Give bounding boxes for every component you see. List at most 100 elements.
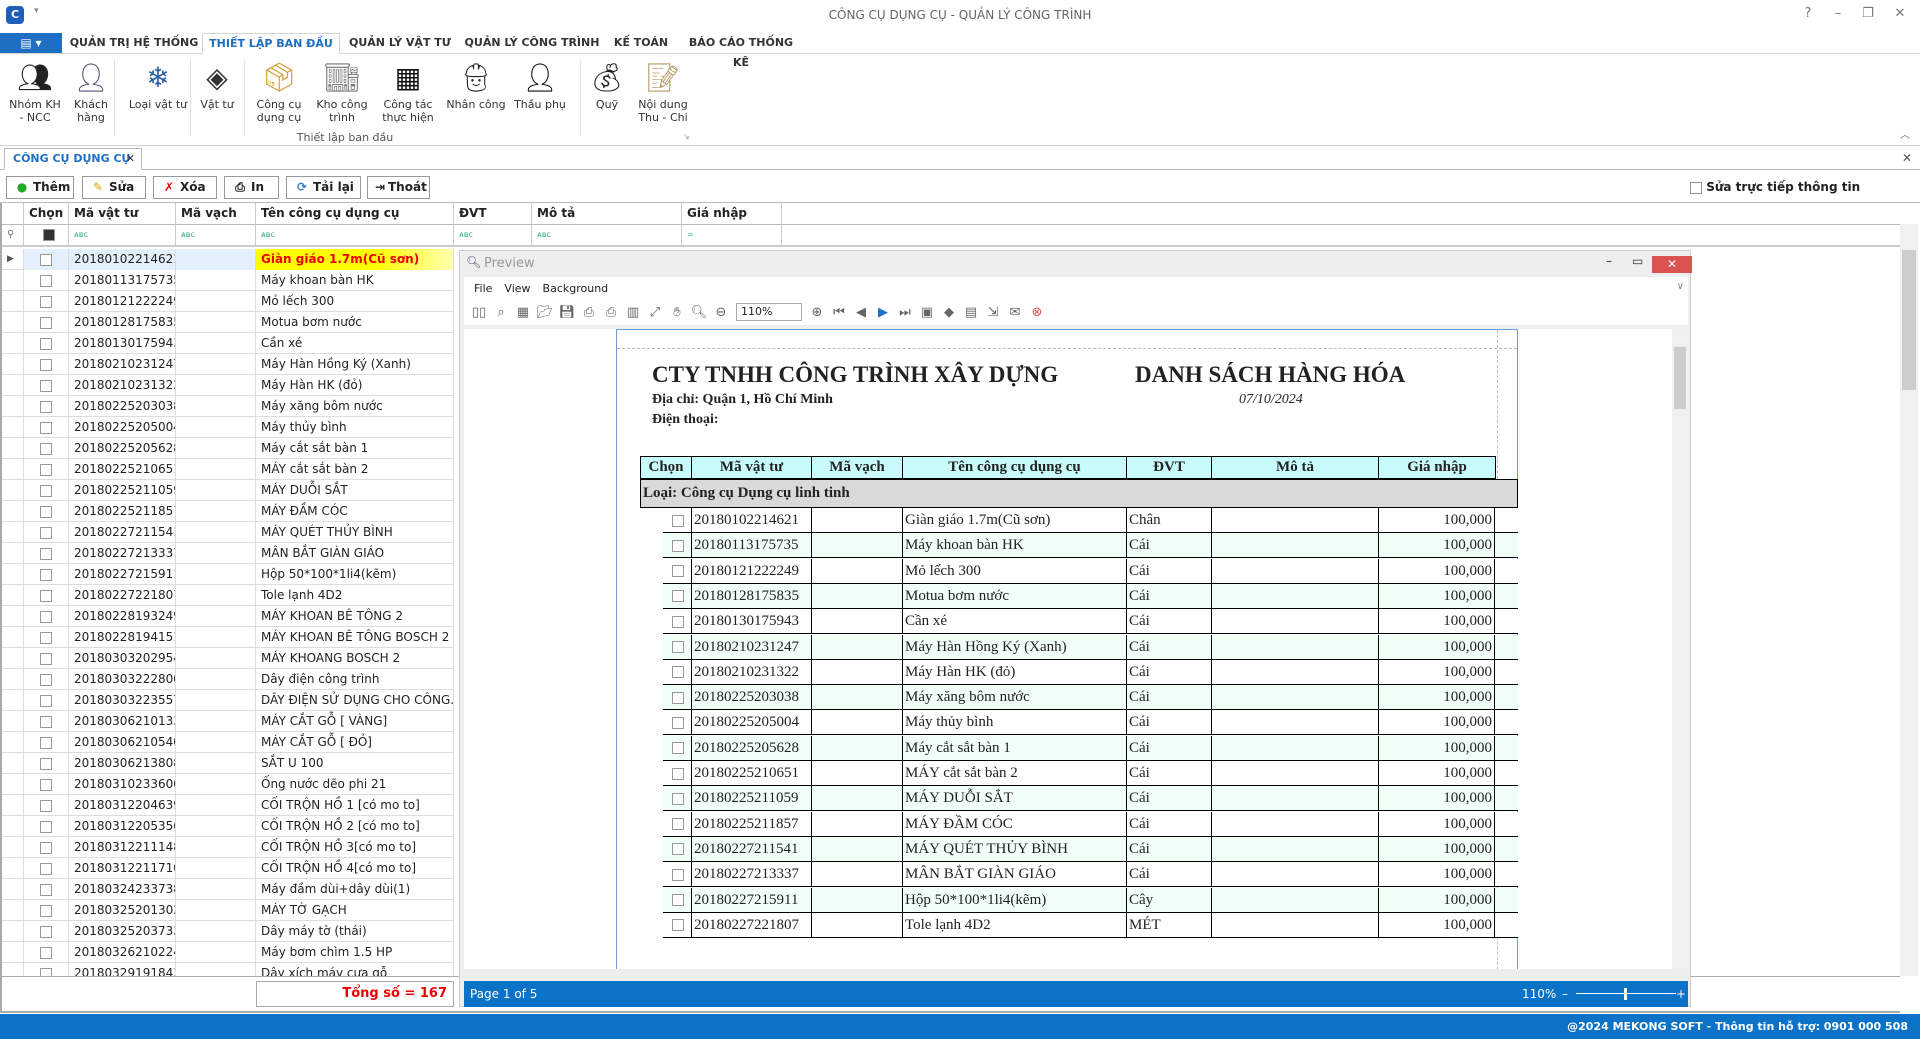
row-checkbox[interactable]	[40, 274, 52, 287]
row-checkbox[interactable]	[40, 421, 52, 434]
select-cell[interactable]	[24, 480, 69, 501]
ribbon-tab[interactable]: KẾ TOÁN	[606, 33, 676, 54]
row-checkbox[interactable]	[40, 610, 52, 623]
select-cell[interactable]	[24, 333, 69, 354]
ribbon-button-material-type[interactable]: ❄ Loại vật tư	[122, 58, 194, 111]
preview-menu-file[interactable]: File	[474, 282, 492, 295]
row-checkbox[interactable]	[40, 400, 52, 413]
table-row[interactable]: 20180228194151 MÁY KHOAN BÊ TÔNG BOSCH 2	[2, 627, 454, 648]
ribbon-tab[interactable]: THIẾT LẬP BAN ĐẦU	[202, 33, 340, 54]
column-header[interactable]: Mã vật tư	[69, 203, 176, 225]
add-button[interactable]: ● Thêm	[6, 176, 74, 199]
ribbon-tab[interactable]: QUẢN TRỊ HỆ THỐNG	[68, 33, 200, 54]
select-cell[interactable]	[24, 312, 69, 333]
row-checkbox[interactable]	[40, 379, 52, 392]
select-cell[interactable]	[24, 501, 69, 522]
filter-cell[interactable]	[24, 225, 69, 247]
table-row[interactable]: 20180329191843 Dây xích máy cưa gỗ	[2, 963, 454, 976]
select-cell[interactable]	[24, 543, 69, 564]
select-cell[interactable]	[24, 711, 69, 732]
scale-icon[interactable]: ⤢	[644, 305, 666, 320]
checkbox[interactable]	[1690, 181, 1702, 194]
edit-button[interactable]: ✎ Sửa	[82, 176, 146, 199]
row-checkbox[interactable]	[40, 946, 52, 959]
email-icon[interactable]: ✉	[1004, 305, 1026, 320]
table-row[interactable]: 20180210231247 Máy Hàn Hồng Ký (Xanh)	[2, 354, 454, 375]
select-cell[interactable]	[24, 837, 69, 858]
ribbon-button-customer[interactable]: 👤︎ Khách hàng	[70, 58, 112, 124]
ribbon-button-document-list[interactable]: 📝︎ Nội dung Thu - Chi	[632, 58, 694, 124]
row-checkbox[interactable]	[40, 841, 52, 854]
filter-cell[interactable]: ᴀʙᴄ	[69, 225, 176, 247]
table-row[interactable]: 20180312211710 CỐI TRỘN HỒ 4[có mo to]	[2, 858, 454, 879]
table-row[interactable]: 20180225205004 Máy thủy bình	[2, 417, 454, 438]
filter-cell[interactable]: ᴀʙᴄ	[454, 225, 532, 247]
select-cell[interactable]	[24, 732, 69, 753]
row-checkbox[interactable]	[40, 673, 52, 686]
select-cell[interactable]	[24, 648, 69, 669]
ribbon-tab[interactable]: BÁO CÁO THỐNG KÊ	[681, 33, 801, 69]
row-checkbox[interactable]	[40, 589, 52, 602]
table-row[interactable]: 20180303202954 MÁY KHOANG BOSCH 2	[2, 648, 454, 669]
table-row[interactable]: 20180306210540 MÁY CẮT GỖ [ ĐỎ]	[2, 732, 454, 753]
collapse-ribbon-icon[interactable]: ︿	[1900, 126, 1910, 141]
table-row[interactable]: 20180325201302 MÁY TỜ GẠCH	[2, 900, 454, 921]
ribbon-button-coins[interactable]: 💰︎ Quỹ	[586, 58, 628, 111]
table-row[interactable]: 20180130175943 Cần xé	[2, 333, 454, 354]
table-row[interactable]: 20180228193249 MÁY KHOAN BÊ TÔNG 2	[2, 606, 454, 627]
select-cell[interactable]	[24, 963, 69, 976]
zoom-in-icon[interactable]: ⊕	[806, 305, 828, 320]
parameters-icon[interactable]: ▦	[512, 305, 534, 320]
filter-cell[interactable]: ᴀʙᴄ	[256, 225, 454, 247]
select-cell[interactable]	[24, 354, 69, 375]
table-row[interactable]: 20180303223557 DÂY ĐIỆN SỬ DỤNG CHO CÔNG.…	[2, 690, 454, 711]
exit-button[interactable]: ⇥ Thoát	[367, 176, 430, 199]
save-icon[interactable]: 💾︎	[556, 305, 578, 320]
column-header[interactable]: ĐVT	[454, 203, 532, 225]
hand-tool-icon[interactable]: ✋︎	[666, 305, 688, 320]
select-cell[interactable]	[24, 816, 69, 837]
select-cell[interactable]	[24, 774, 69, 795]
table-row[interactable]: 20180121222249 Mỏ lếch 300	[2, 291, 454, 312]
delete-button[interactable]: ✗ Xóa	[153, 176, 217, 199]
table-row[interactable]: 20180303222800 Dây điện công trình	[2, 669, 454, 690]
preview-vertical-scrollbar[interactable]	[1672, 329, 1688, 969]
row-checkbox[interactable]	[40, 358, 52, 371]
row-checkbox[interactable]	[40, 967, 52, 976]
table-row[interactable]: 20180310233600 Ống nước dẽo phi 21	[2, 774, 454, 795]
row-checkbox[interactable]	[40, 862, 52, 875]
first-page-icon[interactable]: ⏮	[828, 305, 850, 320]
row-checkbox[interactable]	[40, 484, 52, 497]
expand-menu-icon[interactable]: ∨	[1677, 281, 1684, 292]
find-icon[interactable]: ⌕	[490, 305, 512, 320]
select-cell[interactable]	[24, 564, 69, 585]
ribbon-button-building[interactable]: ▦ Công tác thực hiện	[376, 58, 440, 124]
row-checkbox[interactable]	[40, 505, 52, 518]
direct-edit-checkbox[interactable]: Sửa trực tiếp thông tin	[1690, 180, 1860, 194]
next-page-icon[interactable]: ▶	[872, 305, 894, 320]
row-checkbox[interactable]	[40, 736, 52, 749]
close-tab-icon[interactable]: ✕	[126, 149, 135, 169]
select-cell[interactable]	[24, 942, 69, 963]
preview-maximize-button[interactable]: ▭	[1632, 254, 1643, 268]
filter-cell[interactable]: =	[682, 225, 782, 247]
select-cell[interactable]	[24, 585, 69, 606]
select-cell[interactable]	[24, 879, 69, 900]
select-cell[interactable]	[24, 438, 69, 459]
ribbon-tab[interactable]: QUẢN LÝ VẬT TƯ	[345, 33, 455, 54]
table-row[interactable]: 20180325203733 Dây máy tờ (thái)	[2, 921, 454, 942]
zoom-combo[interactable]: 110%	[736, 303, 802, 321]
select-cell[interactable]	[24, 690, 69, 711]
preview-minimize-button[interactable]: –	[1606, 254, 1612, 268]
select-cell[interactable]	[24, 249, 69, 270]
filter-cell[interactable]: ᴀʙᴄ	[532, 225, 682, 247]
last-page-icon[interactable]: ⏭	[894, 305, 916, 320]
row-checkbox[interactable]	[40, 526, 52, 539]
column-header[interactable]: Tên công cụ dụng cụ	[256, 203, 454, 225]
multiple-pages-icon[interactable]: ▣	[916, 305, 938, 320]
filter-cell[interactable]: ᴀʙᴄ	[176, 225, 256, 247]
select-cell[interactable]	[24, 858, 69, 879]
magnifier-icon[interactable]: 🔍︎	[688, 305, 710, 320]
select-cell[interactable]	[24, 522, 69, 543]
zoom-slider-thumb[interactable]	[1624, 988, 1627, 1000]
